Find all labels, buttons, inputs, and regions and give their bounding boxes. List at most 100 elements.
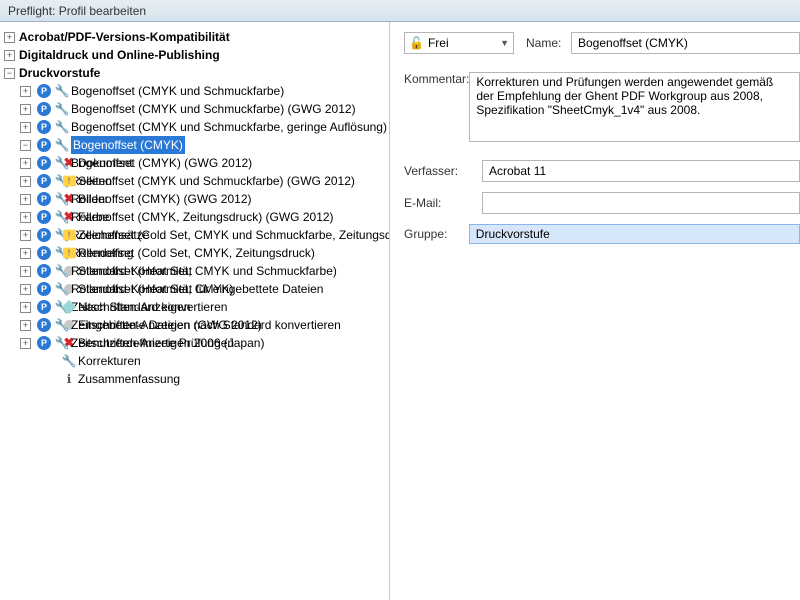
wrench-icon: 🔧 [55, 336, 69, 350]
wrench-icon: 🔧 [55, 84, 69, 98]
expander-icon[interactable]: + [20, 212, 31, 223]
profile-icon: P [37, 228, 51, 242]
author-label: Verfasser: [404, 164, 482, 178]
profile-tree-panel: + Acrobat/PDF-Versions-Kompatibilität + … [0, 22, 390, 600]
category-label: Acrobat/PDF-Versions-Kompatibilität [19, 28, 230, 46]
profile-item[interactable]: +P🔧Zeitschriften-Anzeigen 2006 (Japan) [20, 334, 385, 352]
wrench-icon: 🔧 [55, 282, 69, 296]
profile-icon: P [37, 84, 51, 98]
profile-label: Bogenoffset (CMYK und Schmuckfarbe) (GWG… [71, 100, 356, 118]
profile-label: Rollenoffset (CMYK, Zeitungsdruck) (GWG … [71, 208, 334, 226]
window-title: Preflight: Profil bearbeiten [8, 4, 146, 18]
author-input[interactable] [482, 160, 800, 182]
check-summary[interactable]: ℹZusammenfassung [60, 370, 385, 388]
warning-icon: ! [62, 246, 76, 260]
expander-icon[interactable]: + [20, 86, 31, 97]
wrench-icon: 🔧 [55, 120, 69, 134]
warning-icon: ! [62, 228, 76, 242]
profile-label: Rollenoffset (Cold Set, CMYK, Zeitungsdr… [71, 244, 315, 262]
wrench-icon: 🔧 [55, 138, 69, 152]
name-label: Name: [526, 36, 571, 50]
profile-label: Zeitschriften-Anzeigen 2006 (Japan) [71, 334, 264, 352]
category-label: Druckvorstufe [19, 64, 100, 82]
profile-row[interactable]: − P 🔧 Bogenoffset (CMYK) [20, 136, 385, 154]
email-input[interactable] [482, 192, 800, 214]
expander-icon[interactable]: + [20, 230, 31, 241]
profile-label: Rollenoffset (Heat Set, CMYK und Schmuck… [71, 262, 337, 280]
profile-label: Bogenoffset (CMYK und Schmuckfarbe, geri… [71, 118, 387, 136]
category-acrobat[interactable]: + Acrobat/PDF-Versions-Kompatibilität [4, 28, 385, 46]
profile-item[interactable]: + P 🔧Bogenoffset (CMYK und Schmuckfarbe, g… [20, 118, 385, 136]
profile-icon: P [37, 246, 51, 260]
profile-label: Bogenoffset (CMYK) [71, 136, 185, 154]
email-row: E-Mail: [404, 192, 800, 214]
comment-label: Kommentar: [404, 72, 469, 86]
profile-item-selected: − P 🔧 Bogenoffset (CMYK) ✖Dokument !Seit… [20, 136, 385, 154]
expander-icon[interactable]: + [20, 158, 31, 169]
expander-icon[interactable]: + [20, 176, 31, 187]
profile-icon: P [37, 282, 51, 296]
profile-item[interactable]: +P🔧Rollenoffset (CMYK, Zeitungsdruck) (G… [20, 208, 385, 226]
profile-item[interactable]: +P🔧Rollenoffset (Heat Set, CMYK) [20, 280, 385, 298]
main-container: + Acrobat/PDF-Versions-Kompatibilität + … [0, 22, 800, 600]
expander-icon[interactable]: + [4, 32, 15, 43]
author-row: Verfasser: [404, 160, 800, 182]
fixup-icon: 🔧 [62, 354, 76, 368]
expander-icon[interactable]: − [4, 68, 15, 79]
expander-icon[interactable]: + [20, 104, 31, 115]
comment-row: Kommentar: [404, 72, 800, 142]
category-row[interactable]: − Druckvorstufe [4, 64, 385, 82]
expander-icon[interactable]: + [20, 194, 31, 205]
group-row: Gruppe: Druckvorstufe [404, 224, 800, 244]
expander-icon[interactable]: − [20, 140, 31, 151]
wrench-icon: 🔧 [55, 318, 69, 332]
category-label: Digitaldruck und Online-Publishing [19, 46, 220, 64]
email-label: E-Mail: [404, 196, 482, 210]
wrench-icon: 🔧 [55, 156, 69, 170]
name-input[interactable] [571, 32, 800, 54]
profile-label: Rollenoffset (Cold Set, CMYK und Schmuck… [71, 226, 390, 244]
expander-icon[interactable]: + [20, 302, 31, 313]
profile-icon: P [37, 174, 51, 188]
profile-item[interactable]: +P🔧Bogenoffset (CMYK und Schmuckfarbe) (… [20, 100, 385, 118]
profile-icon: P [37, 318, 51, 332]
expander-icon[interactable]: + [20, 122, 31, 133]
expander-icon[interactable]: + [20, 284, 31, 295]
expander-icon[interactable]: + [4, 50, 15, 61]
chevron-down-icon: ▼ [500, 38, 509, 48]
group-dropdown[interactable]: Druckvorstufe [469, 224, 800, 244]
comment-textarea[interactable] [469, 72, 800, 142]
profile-item[interactable]: +P🔧Rollenoffset (Heat Set, CMYK und Schm… [20, 262, 385, 280]
profile-item[interactable]: +P🔧Rollenoffset (CMYK) (GWG 2012) [20, 190, 385, 208]
profile-icon: P [37, 210, 51, 224]
group-value: Druckvorstufe [476, 227, 550, 241]
profile-label: Zeitschriften-Anzeigen [71, 298, 190, 316]
expander-icon[interactable]: + [20, 248, 31, 259]
profile-icon: P [37, 138, 51, 152]
group-label: Gruppe: [404, 227, 469, 241]
warning-icon: ! [62, 174, 76, 188]
expander-icon[interactable]: + [20, 338, 31, 349]
wrench-icon: 🔧 [55, 264, 69, 278]
check-korrekturen[interactable]: 🔧Korrekturen [60, 352, 385, 370]
check-label: Zusammenfassung [78, 370, 180, 388]
category-digitaldruck[interactable]: + Digitaldruck und Online-Publishing [4, 46, 385, 64]
lock-icon: 🔓 [409, 36, 424, 50]
profile-item[interactable]: + P 🔧Bogenoffset (CMYK) (GWG 2012) [20, 154, 385, 172]
lock-dropdown[interactable]: 🔓 Frei ▼ [404, 32, 514, 54]
profile-icon: P [37, 192, 51, 206]
lock-value: Frei [428, 36, 449, 50]
expander-icon[interactable]: + [20, 266, 31, 277]
wrench-icon: 🔧 [55, 102, 69, 116]
profile-tree[interactable]: + Acrobat/PDF-Versions-Kompatibilität + … [4, 28, 385, 82]
profile-label: Bogenoffset (CMYK und Schmuckfarbe) [71, 82, 284, 100]
profile-icon: P [37, 120, 51, 134]
profile-label: Bogenoffset (CMYK) (GWG 2012) [71, 154, 252, 172]
title-bar: Preflight: Profil bearbeiten [0, 0, 800, 22]
expander-icon[interactable]: + [20, 320, 31, 331]
summary-icon: ℹ [62, 372, 76, 386]
profile-icon: P [37, 156, 51, 170]
profile-label: Rollenoffset (CMYK) (GWG 2012) [71, 190, 252, 208]
profile-item[interactable]: + P 🔧Bogenoffset (CMYK und Schmuckfarbe) [20, 82, 385, 100]
profile-label: Rollenoffset (CMYK und Schmuckfarbe) (GW… [71, 172, 355, 190]
